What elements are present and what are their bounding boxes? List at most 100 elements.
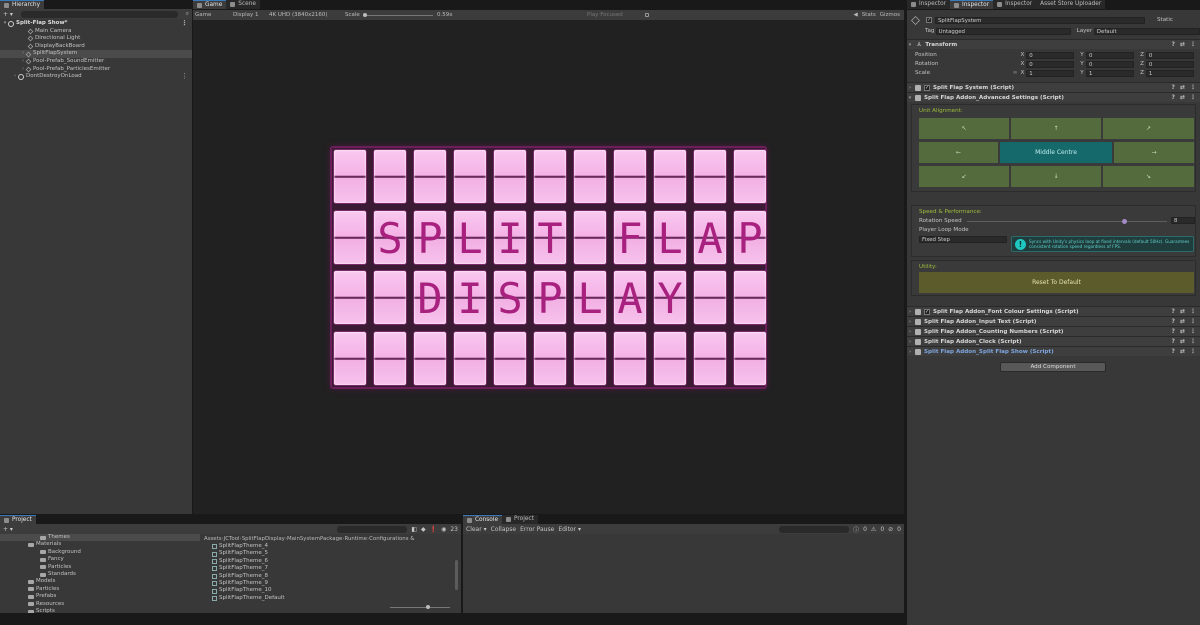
expand-arrow-icon[interactable]: ›	[907, 349, 913, 355]
folder-tree-item[interactable]: Prefabs	[0, 593, 200, 600]
menu-icon[interactable]: ⋮	[1190, 338, 1196, 345]
active-checkbox[interactable]: ✓	[926, 17, 932, 23]
menu-icon[interactable]: ⋮	[1190, 94, 1196, 101]
error-pause-button[interactable]: Error Pause	[520, 526, 554, 533]
folder-tree-item[interactable]: Standards	[0, 571, 200, 578]
tab-console[interactable]: Console	[463, 515, 503, 524]
component-font-colour-settings[interactable]: › ✓ Split Flap Addon_Font Colour Settings …	[907, 306, 1200, 316]
hierarchy-item-display-back-board[interactable]: DisplayBackBoard	[0, 43, 192, 51]
breadcrumb-item[interactable]: Runtime	[344, 536, 367, 542]
collapse-button[interactable]: Collapse	[491, 526, 517, 533]
transform-x-field[interactable]: 0	[1026, 51, 1075, 59]
align-middle-left-button[interactable]: ←	[919, 142, 998, 163]
preset-icon[interactable]: ⇄	[1180, 318, 1185, 325]
asset-item[interactable]: SplitFlapTheme_4	[212, 543, 452, 550]
breadcrumb-item[interactable]: Configurations &	[369, 536, 414, 542]
scale-slider[interactable]	[363, 12, 433, 17]
preset-icon[interactable]: ⇄	[1180, 348, 1185, 355]
folder-tree-item[interactable]: Fancy	[0, 556, 200, 563]
folder-tree-item[interactable]: Particles	[0, 586, 200, 593]
file-list-scrollbar[interactable]	[455, 560, 458, 590]
folder-tree-item[interactable]: Background	[0, 549, 200, 556]
editor-dropdown[interactable]: Editor ▾	[558, 526, 581, 533]
enabled-checkbox[interactable]: ✓	[924, 84, 930, 91]
hierarchy-item-split-flap-system[interactable]: › SplitFlapSystem	[0, 50, 192, 58]
tab-scene[interactable]: Scene	[226, 0, 260, 9]
enabled-checkbox[interactable]: ✓	[924, 308, 930, 315]
menu-icon[interactable]: ⋮	[1190, 308, 1196, 315]
rotation-speed-slider[interactable]	[967, 219, 1167, 224]
preset-icon[interactable]: ⇄	[1180, 84, 1185, 91]
hierarchy-search-input[interactable]	[20, 10, 178, 18]
transform-y-field[interactable]: 1	[1086, 69, 1135, 77]
expand-arrow-icon[interactable]: ›	[907, 339, 913, 345]
asset-item[interactable]: SplitFlapTheme_6	[212, 558, 452, 565]
collapse-arrow-icon[interactable]: ▾	[907, 95, 913, 101]
transform-header[interactable]: ▾ ⅄ Transform ? ⇄ ⋮	[907, 39, 1200, 49]
rotation-speed-field[interactable]: 8	[1171, 217, 1195, 224]
component-counting-numbers[interactable]: › Split Flap Addon_Counting Numbers (Scri…	[907, 326, 1200, 336]
breadcrumb-item[interactable]: MainSystemPackage	[287, 536, 342, 542]
menu-icon[interactable]: ⋮	[1190, 318, 1196, 325]
speaker-icon[interactable]: ◀	[853, 12, 857, 18]
tab-inspector-3[interactable]: Inspector	[993, 0, 1037, 9]
asset-item[interactable]: SplitFlapTheme_9	[212, 580, 452, 587]
component-input-text[interactable]: › Split Flap Addon_Input Text (Script)? ⇄ ⋮	[907, 316, 1200, 326]
menu-icon[interactable]: ⋮	[1190, 41, 1196, 48]
help-icon[interactable]: ?	[1171, 318, 1174, 325]
scene-root[interactable]: ▾ Split-Flap Show* ⋮	[0, 19, 192, 28]
eye-icon[interactable]: ◉	[441, 526, 446, 533]
console-search-input[interactable]	[779, 525, 850, 533]
gizmos-button[interactable]: Gizmos	[880, 12, 900, 18]
align-top-left-button[interactable]: ↖	[919, 118, 1009, 139]
help-icon[interactable]: ?	[1171, 41, 1174, 48]
object-name-field[interactable]: SplitFlapSystem	[935, 16, 1145, 24]
warning-count-icon[interactable]: ⚠	[871, 526, 876, 533]
tab-project[interactable]: Project	[0, 515, 36, 524]
add-component-button[interactable]: Add Component	[1000, 362, 1106, 372]
transform-x-field[interactable]: 0	[1026, 60, 1075, 68]
folder-tree-item[interactable]: Models	[0, 578, 200, 585]
clear-button[interactable]: Clear ▾	[466, 526, 487, 533]
preset-icon[interactable]: ⇄	[1180, 94, 1185, 101]
folder-tree-item[interactable]: Resources	[0, 601, 200, 608]
search-icon[interactable]: ⌕	[186, 10, 189, 18]
play-focused-dropdown[interactable]: Play Focused	[587, 12, 645, 18]
expand-arrow-icon[interactable]: ›	[907, 85, 913, 91]
expand-arrow-icon[interactable]: ›	[907, 329, 913, 335]
layer-dropdown[interactable]: Default	[1093, 27, 1200, 35]
breadcrumb-item[interactable]: JCTool	[224, 536, 240, 542]
transform-z-field[interactable]: 1	[1145, 69, 1194, 77]
tab-inspector-1[interactable]: Inspector	[907, 0, 951, 9]
tab-inspector-2[interactable]: Inspector	[950, 0, 994, 9]
asset-item[interactable]: SplitFlapTheme_10	[212, 587, 452, 594]
align-middle-centre-button[interactable]: Middle Centre	[1000, 142, 1112, 163]
help-icon[interactable]: ?	[1171, 348, 1174, 355]
create-button[interactable]: + ▾	[3, 526, 13, 533]
help-icon[interactable]: ?	[1171, 338, 1174, 345]
reset-to-default-button[interactable]: Reset To Default	[919, 272, 1194, 293]
component-clock[interactable]: › Split Flap Addon_Clock (Script)? ⇄ ⋮	[907, 336, 1200, 346]
breadcrumb-item[interactable]: Assets	[204, 536, 222, 542]
preset-icon[interactable]: ⇄	[1180, 338, 1185, 345]
asset-item[interactable]: SplitFlapTheme_Default	[212, 595, 452, 602]
filter-type-icon[interactable]: ◧	[411, 526, 417, 533]
warning-icon[interactable]: ❗	[430, 526, 437, 533]
tab-hierarchy[interactable]: Hierarchy	[0, 0, 45, 9]
player-loop-dropdown[interactable]: Fixed Step	[919, 236, 1007, 243]
align-middle-right-button[interactable]: →	[1114, 142, 1194, 163]
rotation-speed-handle[interactable]	[1122, 219, 1127, 224]
preset-icon[interactable]: ⇄	[1180, 328, 1185, 335]
resolution-dropdown[interactable]: 4K UHD (3840x2160)	[269, 12, 345, 18]
add-object-button[interactable]: + ▾	[3, 11, 13, 18]
tab-asset-store-uploader[interactable]: Asset Store Uploader	[1036, 0, 1106, 9]
asset-item[interactable]: SplitFlapTheme_5	[212, 550, 452, 557]
info-count-icon[interactable]: ⓘ	[853, 525, 859, 534]
menu-icon[interactable]: ⋮	[1190, 328, 1196, 335]
breadcrumb-item[interactable]: SplitFlapDisplay	[242, 536, 285, 542]
component-split-flap-system[interactable]: › ✓ Split Flap System (Script)? ⇄ ⋮	[907, 82, 1200, 92]
static-label[interactable]: Static	[1157, 17, 1173, 23]
hierarchy-item-directional-light[interactable]: Directional Light	[0, 35, 192, 43]
transform-y-field[interactable]: 0	[1086, 51, 1135, 59]
expand-arrow-icon[interactable]: ›	[907, 309, 913, 315]
